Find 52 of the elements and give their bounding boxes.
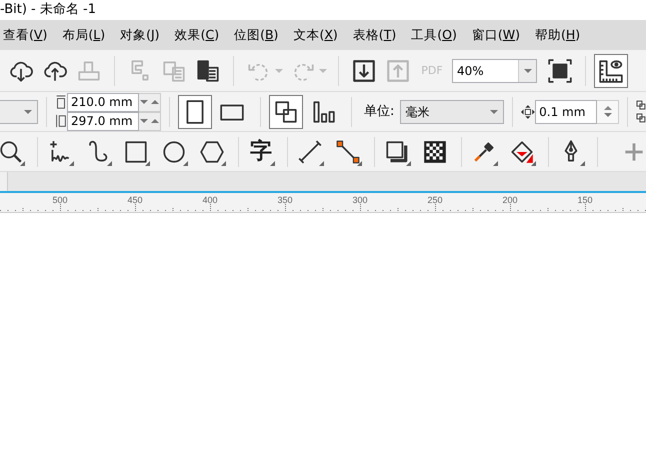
- pages-icon: [273, 98, 299, 124]
- rectangle-icon: [123, 138, 149, 164]
- search-icon: [0, 138, 24, 164]
- tab-scroll-handle[interactable]: [0, 172, 8, 191]
- ruler-label: 500: [52, 195, 68, 205]
- all-pages-button[interactable]: [269, 94, 303, 128]
- ruler-label: 200: [502, 195, 518, 205]
- pages-icon: [636, 98, 646, 124]
- ellipse-icon: [161, 138, 187, 164]
- text-tool-button[interactable]: 字: [244, 134, 278, 168]
- ruler-label: 350: [277, 195, 293, 205]
- width-icon: [55, 95, 67, 109]
- export-icon: [385, 58, 411, 84]
- spin-button[interactable]: [139, 92, 161, 112]
- spin-button[interactable]: [597, 100, 620, 124]
- dimension-line-icon: [297, 138, 323, 164]
- nudge-icon: [521, 104, 536, 118]
- zoom-combo[interactable]: 40%: [452, 58, 537, 82]
- menu-item[interactable]: 表格(T): [350, 26, 400, 44]
- units-label: 单位:: [364, 102, 394, 121]
- paint-bucket-icon: [509, 138, 535, 164]
- nudge-field[interactable]: 0.1 mm: [535, 100, 598, 124]
- checkerboard-icon: [422, 138, 448, 164]
- ruler-label: 450: [127, 195, 143, 205]
- page-width-field[interactable]: 210.0 mm: [67, 92, 139, 112]
- menu-item[interactable]: 布局(L): [59, 26, 108, 44]
- menu-item[interactable]: 工具(O): [408, 26, 460, 44]
- menu-item[interactable]: 查看(V): [0, 26, 50, 44]
- ruler-eye-icon: [598, 58, 624, 84]
- clipboard-icon: [195, 58, 221, 84]
- window-title: -Bit) - 未命名 -1: [0, 1, 97, 19]
- menu-item[interactable]: 窗口(W): [468, 26, 523, 44]
- height-icon: [55, 114, 67, 128]
- menu-item[interactable]: 帮助(H): [532, 26, 584, 44]
- menu-item[interactable]: 效果(C): [172, 26, 222, 44]
- full-screen-icon: [547, 58, 573, 84]
- drop-shadow-icon: [384, 138, 410, 164]
- portrait-button[interactable]: [178, 94, 212, 128]
- ruler-label: 150: [577, 195, 593, 205]
- hexagon-icon: [199, 138, 225, 164]
- connector-icon: [335, 138, 361, 164]
- units-combo[interactable]: 毫米: [400, 100, 504, 124]
- ruler-label: 250: [427, 195, 443, 205]
- menu-item[interactable]: 对象(J): [117, 26, 163, 44]
- menu-item[interactable]: 文本(X): [290, 26, 341, 44]
- rulers-button[interactable]: [594, 54, 628, 88]
- ruler-label: 400: [202, 195, 218, 205]
- spin-button[interactable]: [139, 112, 161, 130]
- import-icon: [351, 58, 377, 84]
- page-height-field[interactable]: 297.0 mm: [67, 112, 139, 130]
- ruler-label: 300: [352, 195, 368, 205]
- menu-item[interactable]: 位图(B): [231, 26, 282, 44]
